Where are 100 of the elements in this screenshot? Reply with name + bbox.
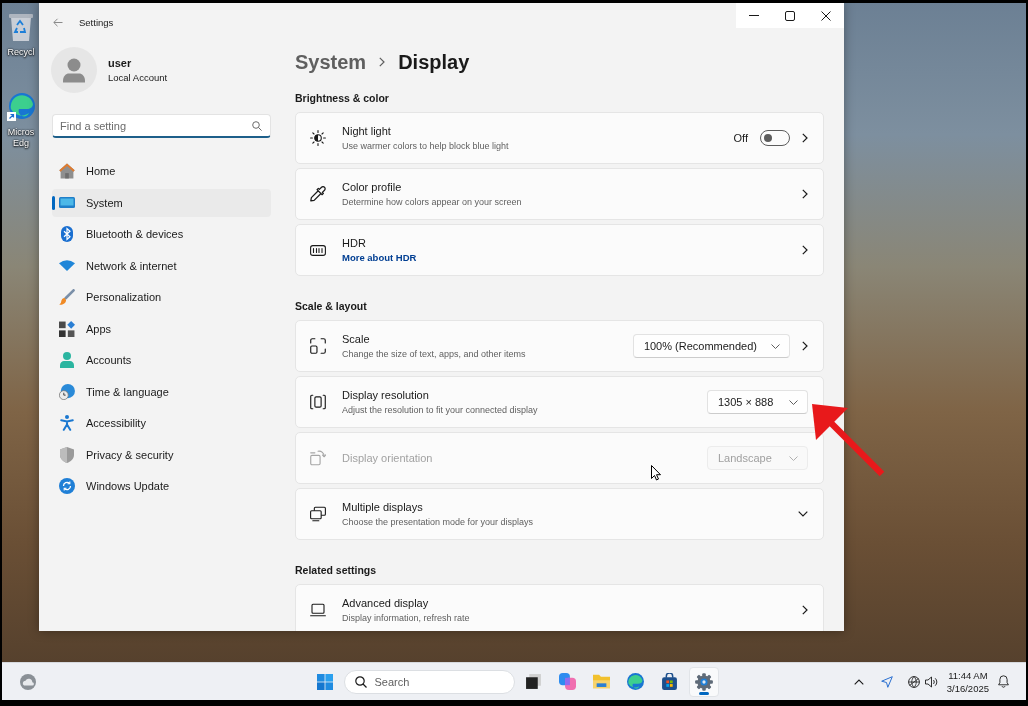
setting-card[interactable]: Color profile Determine how colors appear on your screen (295, 168, 824, 220)
globe-clock-icon (59, 383, 75, 400)
apps-grid-icon (59, 320, 75, 337)
setting-card[interactable]: Advanced display Display information, refresh rate (295, 584, 824, 631)
back-arrow-icon (53, 17, 63, 27)
rotate-screen-icon (310, 450, 326, 466)
network-button[interactable] (907, 675, 920, 688)
chevron-down-icon (771, 343, 780, 349)
avatar-icon (51, 47, 97, 93)
cloud-icon[interactable] (20, 673, 36, 690)
four-tiles-icon (316, 673, 333, 690)
dropdown[interactable]: 100% (Recommended) (632, 334, 790, 358)
chevron-up-icon (853, 678, 864, 685)
chevron-right-icon (379, 57, 386, 67)
corner-frame-icon (310, 338, 326, 354)
bell-icon (998, 675, 1009, 688)
minimize-icon (749, 15, 759, 16)
paintbrush-icon (59, 289, 75, 305)
cursor-icon (651, 465, 661, 481)
stacked-squares-icon (525, 673, 542, 690)
accessibility-figure-icon (60, 415, 74, 431)
sun-icon (310, 130, 326, 146)
maximize-icon (785, 10, 795, 21)
striped-badge-icon (310, 244, 326, 256)
browser-shortcut-icon (7, 91, 35, 121)
speaker-icon (924, 675, 938, 688)
laptop-icon (310, 602, 326, 618)
location-button[interactable] (880, 675, 893, 688)
setting-title: Display resolution (342, 388, 430, 402)
setting-title: Display orientation (342, 451, 434, 465)
browser-swirl-icon (627, 673, 644, 690)
globe-icon (907, 675, 920, 688)
setting-card[interactable]: Night light Use warmer colors to help block blue light Off (295, 112, 824, 164)
clock-time[interactable]: 11:44 AM (948, 668, 988, 682)
setting-card[interactable]: Scale Change the size of text, apps, and other items 100% (Recommended) (295, 320, 824, 372)
setting-link[interactable]: More about HDR (342, 251, 417, 264)
folder-icon (593, 673, 610, 690)
setting-title: Color profile (342, 180, 403, 194)
nav-item[interactable]: Personalization (52, 283, 271, 311)
search-icon (354, 675, 367, 688)
window-title: Settings (79, 16, 114, 28)
account-type: Local Account (108, 72, 168, 83)
nav-item[interactable]: Bluetooth & devices (52, 220, 271, 248)
setting-description: Determine how colors appear on your screen (342, 195, 523, 208)
page-title: Display (398, 50, 470, 74)
wifi-icon (59, 260, 75, 271)
section-heading: Scale & layout (295, 299, 368, 313)
volume-button[interactable] (924, 675, 938, 688)
dual-monitor-icon (310, 506, 326, 522)
search-icon (252, 121, 262, 131)
section-heading: Related settings (295, 563, 378, 577)
back-button[interactable] (53, 17, 63, 27)
bracket-frame-icon (310, 394, 326, 410)
bluetooth-icon (61, 226, 73, 242)
setting-title: HDR (342, 236, 367, 250)
dropdown: Landscape (707, 446, 808, 470)
nav-item[interactable]: Time & language (52, 377, 271, 406)
setting-title: Multiple displays (342, 500, 424, 514)
nav-item[interactable]: Windows Update (52, 472, 271, 500)
setting-card[interactable]: HDR More about HDR (295, 224, 824, 276)
location-arrow-icon (880, 675, 893, 688)
chevron-down-icon (789, 455, 798, 461)
close-icon (821, 10, 831, 21)
chevron-right-icon (802, 245, 808, 255)
clock-date[interactable]: 3/16/2025 (946, 681, 989, 695)
section-heading: Brightness & color (295, 91, 390, 105)
setting-card[interactable]: Multiple displays Choose the presentation mode for your displays (295, 488, 824, 540)
taskbar-search-field[interactable]: Search (343, 669, 515, 694)
setting-card[interactable]: Display resolution Adjust the resolution to fit your connected display 1305 × 888 (295, 376, 824, 428)
gear-icon (694, 672, 713, 691)
nav-item[interactable]: Accounts (52, 346, 271, 374)
user-name: user (108, 57, 133, 69)
settings-search-field[interactable]: Find a setting (52, 114, 271, 138)
nav-item[interactable]: Privacy & security (52, 440, 271, 469)
nav-item[interactable]: Apps (52, 314, 271, 343)
setting-description: Use warmer colors to help block blue light (342, 139, 510, 152)
chevron-right-icon (802, 189, 808, 199)
dropdown[interactable]: 1305 × 888 (707, 390, 808, 414)
nav-item[interactable]: Network & internet (52, 251, 271, 280)
eyedropper-icon (310, 186, 326, 202)
shopping-bag-icon (661, 673, 678, 690)
chevron-right-icon (802, 133, 808, 143)
nav-item[interactable]: System (52, 188, 271, 217)
toggle-state-label: Off (733, 132, 748, 144)
setting-description: Choose the presentation mode for your displays (342, 515, 535, 528)
recycle-bin-icon (9, 11, 33, 41)
house-icon (59, 163, 75, 179)
notifications-button[interactable] (998, 675, 1009, 688)
chevron-down-icon (789, 399, 798, 405)
hidden-icons-button[interactable] (853, 678, 864, 685)
overlapping-tiles-icon (559, 673, 576, 690)
sync-arrows-icon (59, 478, 75, 494)
monitor-icon (59, 197, 75, 208)
breadcrumb-link[interactable]: System (295, 50, 367, 74)
nav-item[interactable]: Accessibility (52, 409, 271, 437)
nav-item[interactable]: Home (52, 157, 271, 185)
setting-title: Night light (342, 124, 392, 138)
setting-description: Adjust the resolution to fit your connected display (342, 403, 539, 416)
setting-description: Display information, refresh rate (342, 611, 471, 624)
chevron-right-icon (802, 605, 808, 615)
